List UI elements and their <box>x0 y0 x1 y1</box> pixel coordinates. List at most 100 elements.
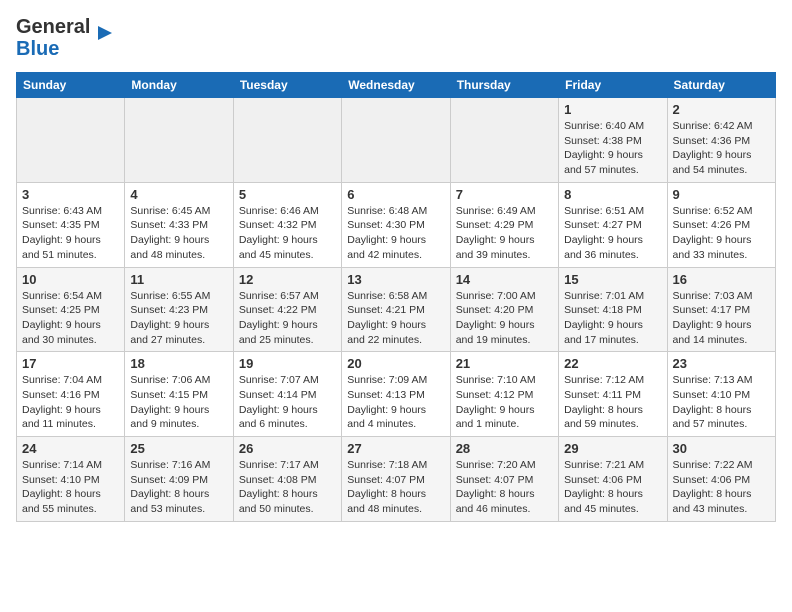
calendar-cell: 8 Sunrise: 6:51 AM Sunset: 4:27 PM Daylig… <box>559 182 667 267</box>
day-info: Sunrise: 6:55 AM Sunset: 4:23 PM Dayligh… <box>130 289 227 348</box>
day-info: Sunrise: 7:21 AM Sunset: 4:06 PM Dayligh… <box>564 458 661 517</box>
weekday-header: Friday <box>559 73 667 98</box>
calendar-cell: 15 Sunrise: 7:01 AM Sunset: 4:18 PM Dayli… <box>559 267 667 352</box>
calendar-cell: 16 Sunrise: 7:03 AM Sunset: 4:17 PM Dayli… <box>667 267 775 352</box>
weekday-header: Sunday <box>17 73 125 98</box>
day-info: Sunrise: 7:14 AM Sunset: 4:10 PM Dayligh… <box>22 458 119 517</box>
calendar-cell: 14Sunrise: 7:00 AM Sunset: 4:20 PM Dayli… <box>450 267 558 352</box>
day-info: Sunrise: 7:09 AM Sunset: 4:13 PM Dayligh… <box>347 373 444 432</box>
weekday-header: Monday <box>125 73 233 98</box>
logo-arrow-icon <box>94 22 116 44</box>
day-number: 30 <box>673 441 770 456</box>
calendar-cell <box>450 98 558 183</box>
day-number: 2 <box>673 102 770 117</box>
calendar-week-row: 10Sunrise: 6:54 AM Sunset: 4:25 PM Dayli… <box>17 267 776 352</box>
calendar-cell: 11 Sunrise: 6:55 AM Sunset: 4:23 PM Dayli… <box>125 267 233 352</box>
day-number: 27 <box>347 441 444 456</box>
day-number: 15 <box>564 272 661 287</box>
weekday-header: Tuesday <box>233 73 341 98</box>
page-header: General Blue <box>16 16 776 60</box>
day-number: 3 <box>22 187 119 202</box>
logo-general: General <box>16 16 90 38</box>
calendar-cell: 12 Sunrise: 6:57 AM Sunset: 4:22 PM Dayli… <box>233 267 341 352</box>
day-info: Sunrise: 6:48 AM Sunset: 4:30 PM Dayligh… <box>347 204 444 263</box>
day-number: 8 <box>564 187 661 202</box>
calendar-cell: 19 Sunrise: 7:07 AM Sunset: 4:14 PM Dayli… <box>233 352 341 437</box>
calendar-cell <box>342 98 450 183</box>
day-number: 11 <box>130 272 227 287</box>
day-number: 17 <box>22 356 119 371</box>
day-number: 24 <box>22 441 119 456</box>
day-info: Sunrise: 7:12 AM Sunset: 4:11 PM Dayligh… <box>564 373 661 432</box>
day-number: 23 <box>673 356 770 371</box>
day-info: Sunrise: 6:49 AM Sunset: 4:29 PM Dayligh… <box>456 204 553 263</box>
logo-blue: Blue <box>16 38 59 60</box>
day-number: 22 <box>564 356 661 371</box>
calendar-cell: 23Sunrise: 7:13 AM Sunset: 4:10 PM Dayli… <box>667 352 775 437</box>
day-info: Sunrise: 6:54 AM Sunset: 4:25 PM Dayligh… <box>22 289 119 348</box>
day-info: Sunrise: 7:06 AM Sunset: 4:15 PM Dayligh… <box>130 373 227 432</box>
day-number: 28 <box>456 441 553 456</box>
weekday-header: Thursday <box>450 73 558 98</box>
calendar-table: SundayMondayTuesdayWednesdayThursdayFrid… <box>16 72 776 522</box>
day-number: 7 <box>456 187 553 202</box>
calendar-cell: 9 Sunrise: 6:52 AM Sunset: 4:26 PM Daylig… <box>667 182 775 267</box>
day-info: Sunrise: 6:40 AM Sunset: 4:38 PM Dayligh… <box>564 119 661 178</box>
day-number: 1 <box>564 102 661 117</box>
calendar-cell: 28 Sunrise: 7:20 AM Sunset: 4:07 PM Dayli… <box>450 437 558 522</box>
logo: General Blue <box>16 16 116 60</box>
day-info: Sunrise: 6:57 AM Sunset: 4:22 PM Dayligh… <box>239 289 336 348</box>
calendar-cell <box>125 98 233 183</box>
calendar-cell: 27 Sunrise: 7:18 AM Sunset: 4:07 PM Dayli… <box>342 437 450 522</box>
calendar-week-row: 24 Sunrise: 7:14 AM Sunset: 4:10 PM Dayli… <box>17 437 776 522</box>
calendar-cell <box>233 98 341 183</box>
day-number: 12 <box>239 272 336 287</box>
day-info: Sunrise: 7:16 AM Sunset: 4:09 PM Dayligh… <box>130 458 227 517</box>
day-info: Sunrise: 7:04 AM Sunset: 4:16 PM Dayligh… <box>22 373 119 432</box>
day-info: Sunrise: 7:01 AM Sunset: 4:18 PM Dayligh… <box>564 289 661 348</box>
day-info: Sunrise: 7:07 AM Sunset: 4:14 PM Dayligh… <box>239 373 336 432</box>
day-info: Sunrise: 7:03 AM Sunset: 4:17 PM Dayligh… <box>673 289 770 348</box>
day-info: Sunrise: 6:43 AM Sunset: 4:35 PM Dayligh… <box>22 204 119 263</box>
day-number: 4 <box>130 187 227 202</box>
day-info: Sunrise: 7:10 AM Sunset: 4:12 PM Dayligh… <box>456 373 553 432</box>
day-info: Sunrise: 6:51 AM Sunset: 4:27 PM Dayligh… <box>564 204 661 263</box>
calendar-cell: 10Sunrise: 6:54 AM Sunset: 4:25 PM Dayli… <box>17 267 125 352</box>
day-info: Sunrise: 6:45 AM Sunset: 4:33 PM Dayligh… <box>130 204 227 263</box>
day-number: 26 <box>239 441 336 456</box>
calendar-cell <box>17 98 125 183</box>
day-info: Sunrise: 6:42 AM Sunset: 4:36 PM Dayligh… <box>673 119 770 178</box>
weekday-header: Wednesday <box>342 73 450 98</box>
day-number: 6 <box>347 187 444 202</box>
calendar-cell: 21 Sunrise: 7:10 AM Sunset: 4:12 PM Dayli… <box>450 352 558 437</box>
day-info: Sunrise: 6:46 AM Sunset: 4:32 PM Dayligh… <box>239 204 336 263</box>
day-info: Sunrise: 7:20 AM Sunset: 4:07 PM Dayligh… <box>456 458 553 517</box>
day-info: Sunrise: 7:18 AM Sunset: 4:07 PM Dayligh… <box>347 458 444 517</box>
calendar-cell: 3 Sunrise: 6:43 AM Sunset: 4:35 PM Daylig… <box>17 182 125 267</box>
day-number: 16 <box>673 272 770 287</box>
calendar-cell: 13Sunrise: 6:58 AM Sunset: 4:21 PM Dayli… <box>342 267 450 352</box>
day-info: Sunrise: 7:17 AM Sunset: 4:08 PM Dayligh… <box>239 458 336 517</box>
calendar-cell: 20 Sunrise: 7:09 AM Sunset: 4:13 PM Dayli… <box>342 352 450 437</box>
calendar-week-row: 3 Sunrise: 6:43 AM Sunset: 4:35 PM Daylig… <box>17 182 776 267</box>
day-info: Sunrise: 7:00 AM Sunset: 4:20 PM Dayligh… <box>456 289 553 348</box>
day-number: 25 <box>130 441 227 456</box>
calendar-cell: 1 Sunrise: 6:40 AM Sunset: 4:38 PM Daylig… <box>559 98 667 183</box>
day-number: 20 <box>347 356 444 371</box>
day-number: 9 <box>673 187 770 202</box>
day-number: 29 <box>564 441 661 456</box>
day-info: Sunrise: 6:58 AM Sunset: 4:21 PM Dayligh… <box>347 289 444 348</box>
calendar-cell: 26 Sunrise: 7:17 AM Sunset: 4:08 PM Dayli… <box>233 437 341 522</box>
calendar-cell: 25 Sunrise: 7:16 AM Sunset: 4:09 PM Dayli… <box>125 437 233 522</box>
calendar-cell: 5Sunrise: 6:46 AM Sunset: 4:32 PM Daylig… <box>233 182 341 267</box>
calendar-cell: 2 Sunrise: 6:42 AM Sunset: 4:36 PM Daylig… <box>667 98 775 183</box>
calendar-cell: 24 Sunrise: 7:14 AM Sunset: 4:10 PM Dayli… <box>17 437 125 522</box>
calendar-cell: 29 Sunrise: 7:21 AM Sunset: 4:06 PM Dayli… <box>559 437 667 522</box>
day-number: 21 <box>456 356 553 371</box>
day-number: 19 <box>239 356 336 371</box>
calendar-header-row: SundayMondayTuesdayWednesdayThursdayFrid… <box>17 73 776 98</box>
calendar-cell: 30Sunrise: 7:22 AM Sunset: 4:06 PM Dayli… <box>667 437 775 522</box>
calendar-week-row: 17 Sunrise: 7:04 AM Sunset: 4:16 PM Dayli… <box>17 352 776 437</box>
calendar-cell: 7 Sunrise: 6:49 AM Sunset: 4:29 PM Daylig… <box>450 182 558 267</box>
day-info: Sunrise: 6:52 AM Sunset: 4:26 PM Dayligh… <box>673 204 770 263</box>
